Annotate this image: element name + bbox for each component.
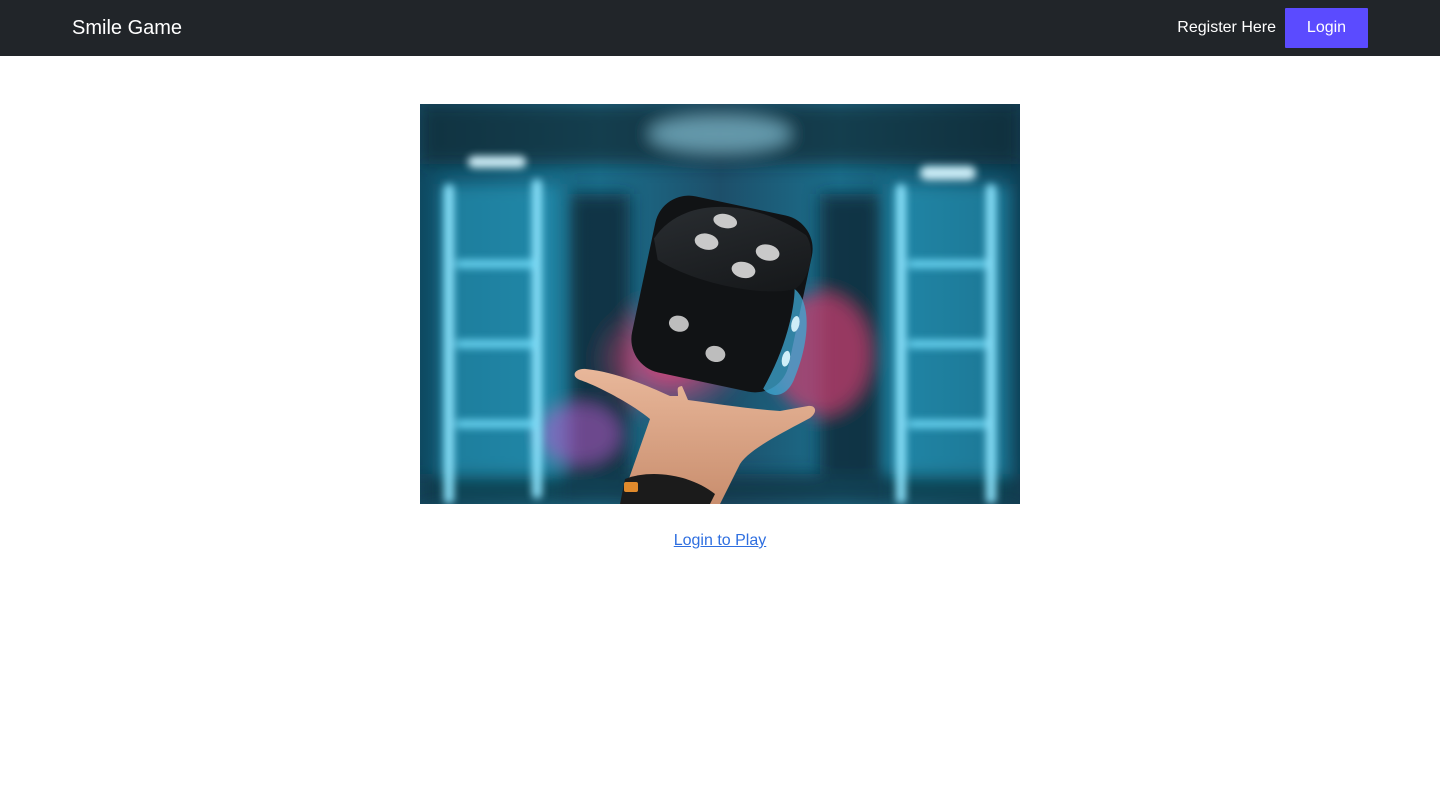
navbar: Smile Game Register Here Login <box>0 0 1440 56</box>
hero-image <box>420 104 1020 504</box>
brand-link[interactable]: Smile Game <box>72 15 182 41</box>
play-link-container: Login to Play <box>0 530 1440 552</box>
login-to-play-link[interactable]: Login to Play <box>674 532 767 549</box>
register-link[interactable]: Register Here <box>1177 18 1276 38</box>
login-button[interactable]: Login <box>1285 8 1368 48</box>
dice-photo-illustration <box>420 104 1020 504</box>
